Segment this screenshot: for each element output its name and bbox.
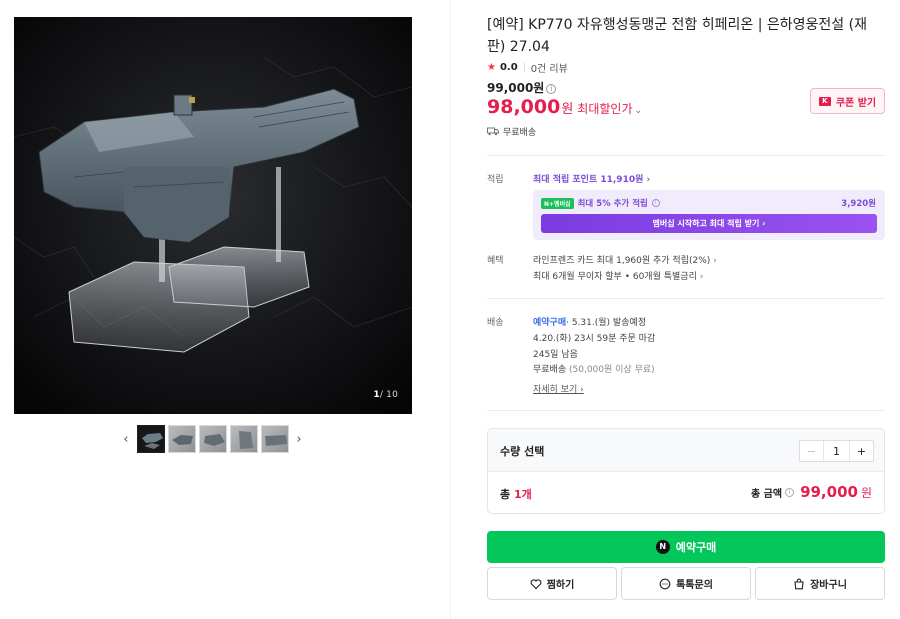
- max-points-link[interactable]: 최대 적립 포인트 11,910원 ›: [533, 172, 650, 185]
- preorder-label: 예약구매· 5.31.(월) 발송예정: [533, 318, 647, 328]
- coupon-icon: K: [818, 96, 831, 106]
- rating-separator: [523, 63, 525, 72]
- sale-price-number: 98,000: [487, 96, 561, 118]
- coupon-button[interactable]: K 쿠폰 받기: [810, 88, 885, 114]
- total-count: 총 1개: [500, 488, 532, 501]
- delivery-detail-link[interactable]: 자세히 보기 ›: [533, 382, 584, 395]
- coupon-label: 쿠폰 받기: [835, 97, 877, 109]
- shopping-bag-icon: [794, 578, 804, 589]
- original-price: 99,000원 i: [487, 79, 557, 96]
- cart-button[interactable]: 장바구니: [755, 567, 885, 600]
- thumbnail-strip: ‹ ›: [118, 424, 307, 454]
- info-icon[interactable]: i: [785, 487, 795, 497]
- sale-price-unit: 원: [561, 102, 574, 117]
- card-benefit-link[interactable]: 라인프렌즈 카드 최대 1,960원 추가 적립(2%) ›: [533, 253, 717, 266]
- ship-date: · 5.31.(월) 발송예정: [566, 318, 647, 328]
- section-divider: [487, 410, 885, 411]
- days-remaining: 245일 남음: [533, 350, 578, 360]
- column-divider: [450, 0, 451, 619]
- next-image-arrow-icon[interactable]: ›: [291, 425, 307, 453]
- thumbnail-5[interactable]: [260, 425, 289, 453]
- thumbnail-1[interactable]: [136, 425, 165, 453]
- benefits-label: 혜택: [487, 256, 504, 266]
- thumbnail-4[interactable]: [229, 425, 258, 453]
- delivery-free-info: 무료배송 (50,000원 이상 무료): [533, 365, 655, 375]
- points-label: 적립: [487, 175, 504, 185]
- thumbnail-3[interactable]: [198, 425, 227, 453]
- quantity-label: 수량 선택: [500, 445, 545, 458]
- heart-icon: [530, 578, 542, 589]
- secondary-actions: 찜하기 톡톡문의 장바구니: [487, 567, 885, 600]
- review-count-link[interactable]: 0건 리뷰: [531, 60, 568, 75]
- product-photo: [14, 17, 412, 414]
- total-amount: 총 금액 i 99,000 원: [750, 483, 872, 501]
- sale-price[interactable]: 98,000 원 최대할인가 ⌄: [487, 96, 642, 118]
- naver-plus-membership-badge: N+멤버십: [541, 197, 574, 209]
- quantity-value[interactable]: 1: [824, 441, 849, 461]
- info-icon[interactable]: i: [651, 199, 660, 207]
- wishlist-button[interactable]: 찜하기: [487, 567, 617, 600]
- naver-pay-icon: N: [655, 540, 670, 554]
- delivery-label: 배송: [487, 318, 504, 328]
- installment-benefit-link[interactable]: 최대 6개월 무이자 할부 • 60개월 특별금리 ›: [533, 269, 703, 282]
- section-divider: [487, 298, 885, 299]
- rating-score: 0.0: [499, 62, 518, 73]
- decrease-quantity-button[interactable]: −: [800, 441, 824, 461]
- thumbnail-2[interactable]: [167, 425, 196, 453]
- membership-extra-points: 최대 5% 추가 적립: [577, 199, 648, 209]
- talk-inquiry-button[interactable]: 톡톡문의: [621, 567, 751, 600]
- product-title: [예약] KP770 자유행성동맹군 전함 히페리온 | 은하영웅전설 (재판)…: [487, 17, 867, 55]
- membership-amount: 3,920원: [841, 199, 876, 209]
- chevron-right-icon: ›: [713, 256, 717, 266]
- chevron-right-icon: ›: [699, 272, 704, 282]
- chat-bubble-icon: [659, 578, 671, 589]
- star-icon: ★: [487, 62, 496, 73]
- membership-box: N+멤버십 최대 5% 추가 적립 i 3,920원 멤버십 시작하고 최대 적…: [533, 190, 885, 240]
- max-discount-label: 최대할인가: [577, 102, 633, 116]
- product-main-image[interactable]: 1/ 10: [14, 17, 412, 414]
- prev-image-arrow-icon[interactable]: ‹: [118, 425, 134, 453]
- image-counter: 1/ 10: [373, 390, 398, 400]
- quantity-box: 수량 선택 − 1 + 총 1개 총 금액 i 99,000 원: [487, 428, 885, 514]
- chevron-right-icon: ›: [646, 175, 651, 185]
- rating-summary[interactable]: ★ 0.0 0건 리뷰: [487, 60, 568, 75]
- increase-quantity-button[interactable]: +: [849, 441, 873, 461]
- preorder-buy-button[interactable]: N 예약구매: [487, 531, 885, 563]
- info-icon[interactable]: i: [546, 84, 557, 94]
- quantity-stepper[interactable]: − 1 +: [799, 440, 874, 462]
- membership-start-button[interactable]: 멤버십 시작하고 최대 적립 받기 ›: [541, 214, 877, 233]
- section-divider: [487, 155, 885, 156]
- order-deadline: 4.20.(화) 23시 59분 주문 마감: [533, 334, 656, 344]
- total-amount-value: 99,000: [800, 483, 858, 501]
- truck-icon: [487, 127, 499, 136]
- free-shipping-info: 무료배송: [487, 125, 536, 138]
- chevron-down-icon[interactable]: ⌄: [635, 106, 643, 116]
